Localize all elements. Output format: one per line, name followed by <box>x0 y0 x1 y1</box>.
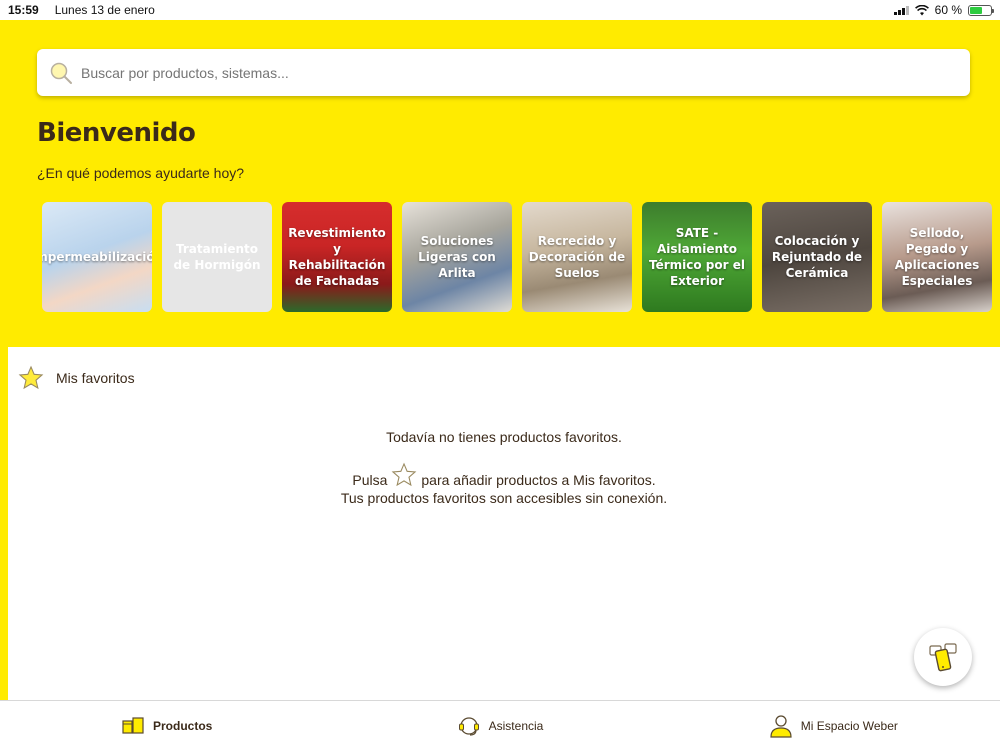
category-label: SATE - Aislamiento Térmico por el Exteri… <box>649 226 745 288</box>
tab-asistencia[interactable]: Asistencia <box>333 701 666 750</box>
star-icon <box>18 365 44 390</box>
hero-section: Bienvenido ¿En qué podemos ayudarte hoy?… <box>0 20 1000 347</box>
category-card-sate[interactable]: SATE - Aislamiento Térmico por el Exteri… <box>642 202 752 312</box>
tab-productos[interactable]: Productos <box>0 701 333 750</box>
floating-contact-button[interactable] <box>914 628 972 686</box>
category-label: Sellodo, Pegado y Aplicaciones Especiale… <box>894 226 980 288</box>
category-card-hormigon[interactable]: Tratamiento de Hormigón <box>162 202 272 312</box>
tab-mi-espacio-weber[interactable]: Mi Espacio Weber <box>667 701 1000 750</box>
status-bar: 15:59 Lunes 13 de enero 60 % <box>0 0 1000 20</box>
category-label: Impermeabilización <box>42 250 152 264</box>
search-input[interactable] <box>81 64 941 81</box>
category-label: Recrecido y Decoración de Suelos <box>528 234 626 280</box>
offline-note: Tus productos favoritos son accesibles s… <box>340 490 668 506</box>
status-indicators: 60 % <box>893 3 994 17</box>
bottom-tab-bar: Productos Asistencia Mi Espacio Weber <box>0 700 1000 750</box>
headset-icon <box>458 716 479 736</box>
category-carousel: Impermeabilización Tratamiento de Hormig… <box>42 202 992 312</box>
category-card-ceramica[interactable]: Colocación y Rejuntado de Cerámica <box>762 202 872 312</box>
category-card-fachadas[interactable]: Revestimiento y Rehabilitación de Fachad… <box>282 202 392 312</box>
cellular-signal-icon <box>893 5 909 15</box>
category-card-impermeabilizacion[interactable]: Impermeabilización <box>42 202 152 312</box>
empty-message: Todavía no tienes productos favoritos. <box>386 429 622 445</box>
favorites-section: Mis favoritos Todavía no tienes producto… <box>8 347 1000 700</box>
category-card-suelos[interactable]: Recrecido y Decoración de Suelos <box>522 202 632 312</box>
category-label: Revestimiento y Rehabilitación de Fachad… <box>288 226 386 288</box>
battery-icon <box>968 4 994 16</box>
phone-chat-icon <box>929 643 957 672</box>
empty-instruction: Pulsa para añadir productos a Mis favori… <box>8 462 1000 488</box>
wifi-icon <box>914 4 929 15</box>
star-outline-icon <box>392 462 417 487</box>
search-bar[interactable] <box>37 49 970 96</box>
tab-label: Mi Espacio Weber <box>800 718 898 733</box>
category-label: Tratamiento de Hormigón <box>173 242 261 272</box>
page-title: Bienvenido <box>37 118 196 148</box>
favorites-header: Mis favoritos <box>18 365 135 391</box>
status-time: 15:59 <box>8 3 39 17</box>
page-subtitle: ¿En qué podemos ayudarte hoy? <box>37 165 245 181</box>
category-label: Colocación y Rejuntado de Cerámica <box>771 234 863 280</box>
search-icon <box>50 62 72 84</box>
products-icon <box>122 716 144 734</box>
empty-instruction-prefix: Pulsa <box>352 472 388 488</box>
favorites-title: Mis favoritos <box>56 370 135 386</box>
tab-label: Productos <box>152 718 213 733</box>
empty-instruction-suffix: para añadir productos a Mis favoritos. <box>421 472 656 488</box>
status-date: Lunes 13 de enero <box>54 3 155 17</box>
category-label: Soluciones Ligeras con Arlita <box>418 234 496 280</box>
user-icon <box>770 714 792 738</box>
category-card-sellado[interactable]: Sellodo, Pegado y Aplicaciones Especiale… <box>882 202 992 312</box>
left-accent-strip <box>0 347 8 700</box>
battery-percent: 60 % <box>934 3 962 17</box>
category-card-arlita[interactable]: Soluciones Ligeras con Arlita <box>402 202 512 312</box>
tab-label: Asistencia <box>488 718 544 733</box>
